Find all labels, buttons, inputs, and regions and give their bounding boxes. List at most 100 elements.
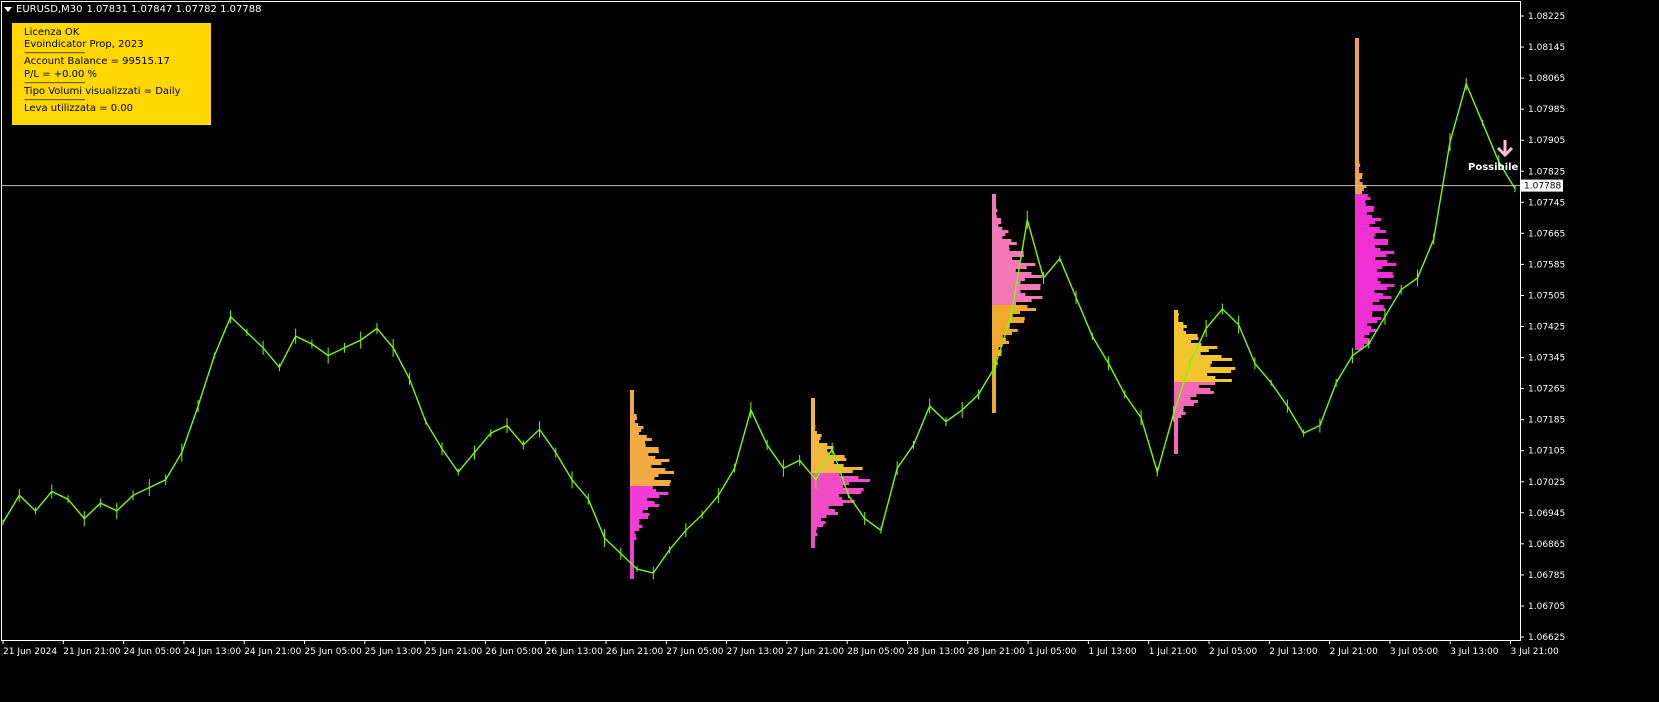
volume-profile-27jun-bar <box>811 413 815 416</box>
volume-profile-2jul-bar <box>1355 116 1359 119</box>
volume-profile-1jul-bar <box>1174 421 1179 424</box>
volume-profile-26jun-bar <box>630 534 636 537</box>
volume-profile-26jun-bar <box>630 396 634 399</box>
chart-area[interactable]: 1.08225 1.08145 1.08065 1.07985 1.07905 1.078… <box>0 0 1659 702</box>
indicator-name: Evoindicator Prop, 2023 <box>24 39 144 51</box>
volume-profile-28jun-bar <box>992 260 1020 263</box>
y-tick-label: 1.07505 <box>1528 291 1565 301</box>
volume-profile-2jul-bar <box>1355 59 1359 62</box>
volume-profile-26jun-bar <box>630 453 649 456</box>
volume-profile-2jul-bar <box>1355 212 1367 215</box>
volume-profile-26jun-bar <box>630 495 660 498</box>
price-chart[interactable]: 1.08225 1.08145 1.08065 1.07985 1.07905 1.078… <box>0 0 1659 702</box>
volume-profile-26jun-bar <box>630 519 640 522</box>
volume-profile-28jun-bar <box>992 266 1027 269</box>
x-tick-label: 24 Jun 13:00 <box>184 647 241 657</box>
volume-profile-26jun-bar <box>630 513 650 516</box>
volume-profile-28jun-bar <box>992 296 1043 299</box>
volume-profile-26jun-bar <box>630 462 662 465</box>
volume-profile-28jun-bar <box>992 299 1032 302</box>
volume-profile-26jun-bar <box>630 405 634 408</box>
volume-profile-28jun-bar <box>992 227 1003 230</box>
volume-profile-26jun-bar <box>630 498 648 501</box>
volume-profile-27jun-bar <box>811 521 826 524</box>
x-tick-label: 2 Jul 21:00 <box>1330 647 1379 657</box>
volume-profile-2jul-bar <box>1355 311 1373 314</box>
y-tick-label: 1.07265 <box>1528 385 1565 395</box>
volume-profile-2jul-bar <box>1355 86 1359 89</box>
volume-profile-2jul-bar <box>1355 89 1359 92</box>
volume-profile-1jul-bar <box>1174 424 1179 427</box>
x-tick-label: 1 Jul 05:00 <box>1028 647 1077 657</box>
volume-profile-1jul-bar <box>1174 361 1212 364</box>
volume-profile-28jun-bar <box>992 194 996 197</box>
volume-profile-1jul-bar <box>1174 316 1179 319</box>
volume-profile-1jul-bar <box>1174 346 1218 349</box>
volume-profile-26jun-bar <box>630 429 642 432</box>
volume-profile-2jul-bar <box>1355 254 1387 257</box>
volume-profile-28jun-bar <box>992 395 996 398</box>
volume-profile-2jul-bar <box>1355 134 1359 137</box>
account-balance: Account Balance = 99515.17 <box>24 56 170 68</box>
volume-profile-2jul-bar <box>1355 299 1380 302</box>
volume-profile-26jun-bar <box>630 573 634 576</box>
volume-profile-26jun-bar <box>630 567 634 570</box>
volume-profile-27jun-bar <box>811 428 815 431</box>
volume-profile-1jul-bar <box>1174 310 1178 313</box>
volume-profile-2jul-bar <box>1355 257 1376 260</box>
volume-profile-26jun-bar <box>630 558 634 561</box>
volume-profile-2jul-bar <box>1355 281 1381 284</box>
x-tick-label: 27 Jun 21:00 <box>787 647 844 657</box>
volume-profile-1jul-bar <box>1174 364 1211 367</box>
volume-profile-26jun-bar <box>630 504 660 507</box>
volume-profile-2jul-bar <box>1355 260 1388 263</box>
x-tick-label: 2 Jul 05:00 <box>1209 647 1258 657</box>
volume-profile-26jun-bar <box>630 480 671 483</box>
volume-profile-2jul-bar <box>1355 329 1377 332</box>
volume-profile-2jul-bar <box>1355 266 1383 269</box>
volume-profile-26jun-bar <box>630 435 647 438</box>
volume-profile-2jul-bar <box>1355 275 1394 278</box>
volume-profile-27jun-bar <box>811 407 815 410</box>
volume-profile-28jun-bar <box>992 401 996 404</box>
volume-profile-26jun-bar <box>630 549 634 552</box>
volume-profile-28jun-bar <box>992 347 999 350</box>
volume-profile-27jun-bar <box>811 404 815 407</box>
volume-profile-2jul-bar <box>1355 302 1373 305</box>
x-tick-label: 25 Jun 13:00 <box>365 647 422 657</box>
x-tick-label: 28 Jun 21:00 <box>968 647 1025 657</box>
volume-profile-27jun-bar <box>811 419 815 422</box>
volume-profile-26jun-bar <box>630 402 634 405</box>
y-tick-label: 1.07585 <box>1528 260 1565 270</box>
volume-profile-2jul-bar <box>1355 296 1392 299</box>
volume-profile-2jul-bar <box>1355 227 1380 230</box>
volume-profile-26jun-bar <box>630 441 646 444</box>
volume-profile-1jul-bar <box>1174 343 1202 346</box>
volume-profile-26jun-bar <box>630 411 634 414</box>
y-tick-label: 1.07105 <box>1528 447 1565 457</box>
volume-profile-28jun-bar <box>992 272 1032 275</box>
volume-profile-27jun-bar <box>811 527 817 530</box>
volume-profile-2jul-bar <box>1355 293 1384 296</box>
volume-profile-28jun-bar <box>992 410 996 413</box>
volume-profile-26jun-bar <box>630 414 637 417</box>
volume-profile-2jul-bar <box>1355 98 1359 101</box>
volume-profile-1jul-bar <box>1174 382 1216 385</box>
ohlc-values: 1.07831 1.07847 1.07782 1.07788 <box>86 4 262 15</box>
volume-profile-2jul-bar <box>1355 173 1363 176</box>
y-tick-label: 1.06705 <box>1528 602 1565 612</box>
volume-profile-26jun-bar <box>630 546 634 549</box>
volume-profile-27jun-bar <box>811 500 855 503</box>
down-arrow-icon <box>1496 140 1514 158</box>
volume-profile-1jul-bar <box>1174 313 1179 316</box>
volume-profile-26jun-bar <box>630 444 646 447</box>
chevron-down-icon[interactable] <box>4 7 12 12</box>
volume-profile-2jul-bar <box>1355 158 1359 161</box>
volume-profile-28jun-bar <box>992 251 1024 254</box>
volume-profile-28jun-bar <box>992 230 1009 233</box>
x-tick-label: 28 Jun 05:00 <box>847 647 904 657</box>
volume-profile-2jul-bar <box>1355 137 1359 140</box>
y-tick-label: 1.07905 <box>1528 136 1565 146</box>
volume-profile-2jul-bar <box>1355 206 1375 209</box>
volume-profile-2jul-bar <box>1355 305 1384 308</box>
